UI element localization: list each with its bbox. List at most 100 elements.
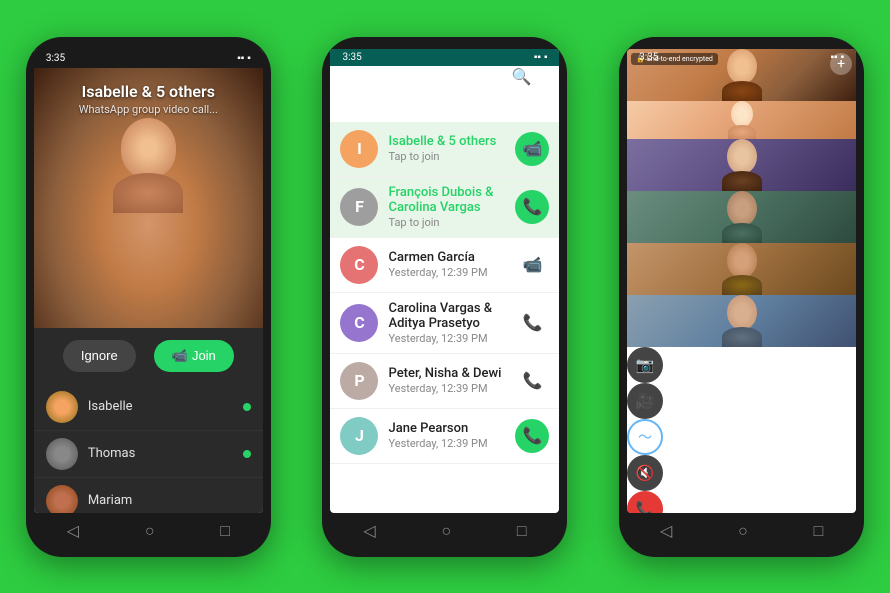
- call-info: Isabelle & 5 others Tap to join: [388, 134, 515, 163]
- person-silhouette: [722, 191, 762, 243]
- list-item: Isabelle: [34, 384, 263, 431]
- status-icons-3: ▪▪▪: [831, 52, 845, 63]
- whatsapp-header: WhatsApp 🔍 ⋮ CAMERA CHATS STATUS CALLS: [330, 66, 559, 122]
- phone-2: 3:35 ▪▪▪ WhatsApp 🔍 ⋮ CAMERA CHATS STATU…: [322, 37, 567, 557]
- person-silhouette: [722, 139, 762, 191]
- end-call-button[interactable]: 📞: [627, 491, 663, 513]
- list-item[interactable]: C Carolina Vargas & Aditya Prasetyo Yest…: [330, 293, 559, 354]
- nav-bar-3: ◁ ○ □: [627, 513, 856, 545]
- phone-1-screen: 3:35 ▪▪ ▪ Isabelle & 5 others WhatsApp g…: [34, 49, 263, 513]
- avatar: P: [340, 362, 378, 400]
- nav-bar-1: ◁ ○ □: [34, 513, 263, 545]
- recents-icon[interactable]: □: [220, 521, 230, 541]
- camera-button[interactable]: 📷: [627, 347, 663, 383]
- video-cell-4: [627, 191, 856, 243]
- participant-name: Thomas: [88, 446, 243, 461]
- phone-call-button[interactable]: 📞: [515, 419, 549, 453]
- avatar: J: [340, 417, 378, 455]
- ignore-button[interactable]: Ignore: [63, 340, 136, 372]
- tab-camera[interactable]: CAMERA: [335, 95, 391, 122]
- list-item[interactable]: P Peter, Nisha & Dewi Yesterday, 12:39 P…: [330, 354, 559, 409]
- tab-bar: CAMERA CHATS STATUS CALLS: [330, 95, 559, 122]
- list-item[interactable]: F François Dubois & Carolina Vargas Tap …: [330, 177, 559, 238]
- video-cell-3: [627, 139, 856, 191]
- recents-icon[interactable]: □: [814, 521, 824, 541]
- caller-name: Isabelle & 5 others: [34, 82, 263, 101]
- status-time-1: 3:35: [46, 53, 65, 64]
- call-controls: 📷 🎥 〜 🔇 📞: [627, 347, 856, 513]
- contact-name: François Dubois & Carolina Vargas: [388, 185, 515, 215]
- video-person-5: [627, 243, 856, 295]
- participants-list: Isabelle Thomas Mariam François ···: [34, 384, 263, 513]
- avatar: C: [340, 246, 378, 284]
- search-icon[interactable]: 🔍: [512, 67, 532, 86]
- video-person-4: [627, 191, 856, 243]
- video-mute-button[interactable]: 🎥: [627, 383, 663, 419]
- contact-name: Carolina Vargas & Aditya Prasetyo: [388, 301, 515, 331]
- menu-icon[interactable]: ⋮: [543, 67, 559, 86]
- home-icon[interactable]: ○: [145, 521, 155, 541]
- mute-button[interactable]: 🔇: [627, 455, 663, 491]
- call-time: Yesterday, 12:39 PM: [388, 437, 515, 450]
- phone-2-screen: 3:35 ▪▪▪ WhatsApp 🔍 ⋮ CAMERA CHATS STATU…: [330, 49, 559, 513]
- back-icon[interactable]: ◁: [67, 521, 79, 540]
- participant-name: Isabelle: [88, 399, 243, 414]
- camera-icon: 📹: [172, 348, 188, 364]
- call-info: François Dubois & Carolina Vargas Tap to…: [388, 185, 515, 229]
- list-item: Thomas: [34, 431, 263, 478]
- status-icons-1: ▪▪ ▪: [237, 53, 251, 64]
- contact-name: Carmen García: [388, 250, 515, 265]
- back-icon[interactable]: ◁: [660, 521, 672, 540]
- phone-call-icon[interactable]: 📞: [515, 364, 549, 398]
- list-item[interactable]: C Carmen García Yesterday, 12:39 PM 📹: [330, 238, 559, 293]
- wave-button[interactable]: 〜: [627, 419, 663, 455]
- call-info: Carmen García Yesterday, 12:39 PM: [388, 250, 515, 279]
- call-info: Carolina Vargas & Aditya Prasetyo Yester…: [388, 301, 515, 345]
- phone-3-screen: 3:35 ▪▪▪ 🔒 End-to-end encrypted +: [627, 49, 856, 513]
- person-silhouette: [728, 101, 756, 139]
- join-button[interactable]: 📹 Join: [154, 340, 234, 372]
- phone-call-icon[interactable]: 📞: [515, 306, 549, 340]
- avatar: F: [340, 188, 378, 226]
- video-person-3: [627, 139, 856, 191]
- call-actions: Ignore 📹 Join: [34, 328, 263, 384]
- phone-1: 3:35 ▪▪ ▪ Isabelle & 5 others WhatsApp g…: [26, 37, 271, 557]
- video-cell-6: [627, 295, 856, 347]
- video-call-icon[interactable]: 📹: [515, 248, 549, 282]
- video-cell-5: [627, 243, 856, 295]
- title-row: WhatsApp 🔍 ⋮: [330, 66, 559, 95]
- participant-name: Mariam: [88, 493, 251, 508]
- call-time: Yesterday, 12:39 PM: [388, 332, 515, 345]
- call-status: Tap to join: [388, 150, 515, 163]
- contact-name: Peter, Nisha & Dewi: [388, 366, 515, 381]
- call-time: Yesterday, 12:39 PM: [388, 382, 515, 395]
- calls-list: I Isabelle & 5 others Tap to join 📹 F Fr…: [330, 122, 559, 464]
- avatar: [46, 438, 78, 470]
- tab-chats[interactable]: CHATS: [398, 95, 444, 122]
- contact-name: Isabelle & 5 others: [388, 134, 515, 149]
- tab-calls[interactable]: CALLS: [512, 95, 556, 122]
- call-info: Jane Pearson Yesterday, 12:39 PM: [388, 421, 515, 450]
- home-icon[interactable]: ○: [738, 521, 748, 541]
- person-silhouette: [722, 243, 762, 295]
- nav-bar-2: ◁ ○ □: [330, 513, 559, 545]
- call-status: Tap to join: [388, 216, 515, 229]
- recents-icon[interactable]: □: [517, 521, 527, 541]
- back-icon[interactable]: ◁: [363, 521, 375, 540]
- person-silhouette: [722, 295, 762, 347]
- home-icon[interactable]: ○: [441, 521, 451, 541]
- phone-call-button[interactable]: 📞: [515, 190, 549, 224]
- online-indicator: [243, 450, 251, 458]
- tab-status[interactable]: STATUS: [452, 95, 503, 122]
- video-call-button[interactable]: 📹: [515, 132, 549, 166]
- video-person-2: [627, 101, 856, 139]
- call-screen: Isabelle & 5 others WhatsApp group video…: [34, 68, 263, 513]
- list-item[interactable]: I Isabelle & 5 others Tap to join 📹: [330, 122, 559, 177]
- video-grid: 🔒 End-to-end encrypted +: [627, 49, 856, 347]
- call-info: Peter, Nisha & Dewi Yesterday, 12:39 PM: [388, 366, 515, 395]
- list-item[interactable]: J Jane Pearson Yesterday, 12:39 PM 📞: [330, 409, 559, 464]
- online-indicator: [243, 403, 251, 411]
- avatar: [46, 485, 78, 513]
- status-time-2: 3:35: [342, 52, 361, 63]
- call-time: Yesterday, 12:39 PM: [388, 266, 515, 279]
